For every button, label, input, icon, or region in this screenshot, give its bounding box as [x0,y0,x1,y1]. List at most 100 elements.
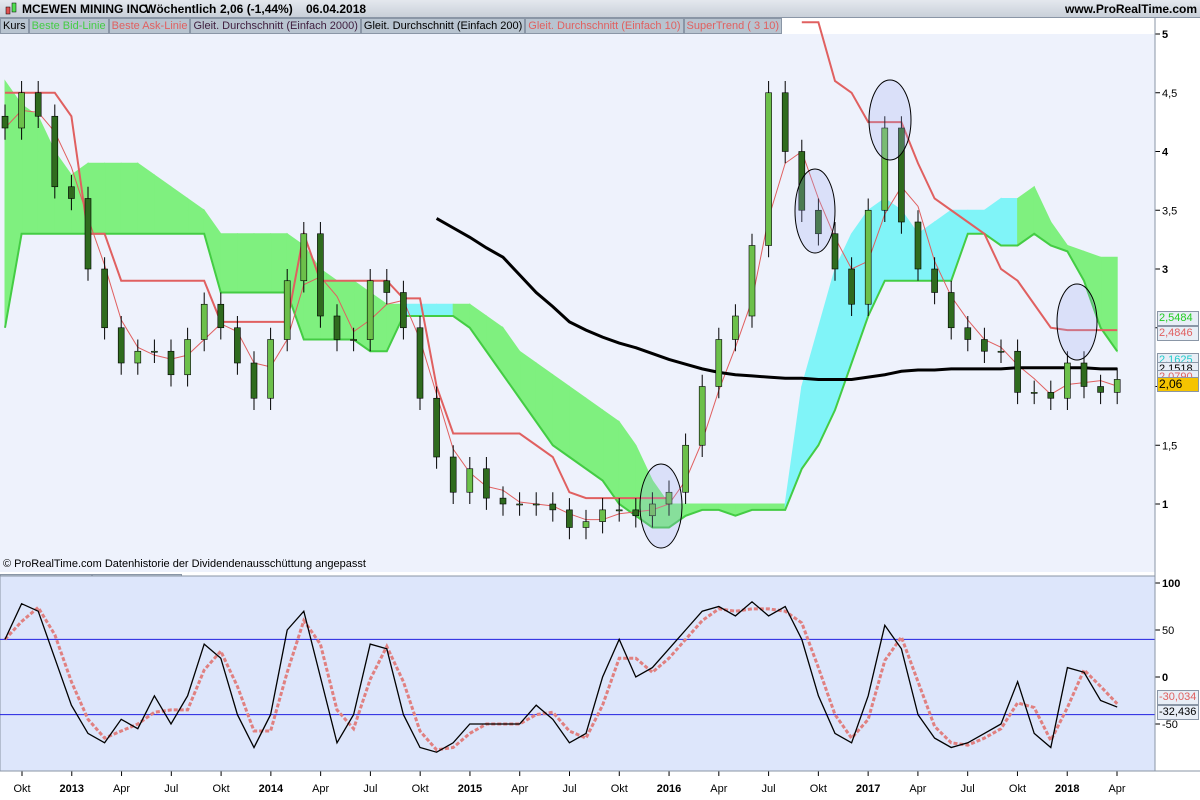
price-tick-label: 3,5 [1162,205,1177,217]
candle [51,115,59,188]
x-tick-label: 2014 [259,783,284,795]
candle [1047,392,1055,399]
price-tag: 2,06 [1157,377,1199,392]
candle [781,92,789,152]
candle [532,503,540,506]
candle [748,245,756,317]
x-tick-label: 2016 [657,783,681,795]
candle [615,509,623,512]
price-tag: 2,4846 [1157,326,1199,341]
candle [317,233,324,317]
candle [981,339,988,352]
x-tick-label: Okt [412,783,429,795]
stoch-panel[interactable] [0,575,1156,772]
candle [1014,350,1021,393]
x-tick-label: Apr [511,783,528,795]
chart-canvas[interactable]: 54,543,532,521,51100500-50Okt2013AprJulO… [0,0,1200,800]
price-panel[interactable] [0,34,1155,572]
candle [848,268,855,305]
stoch-tick-label: -50 [1162,719,1178,731]
candle [1064,362,1071,399]
candle [433,397,440,458]
candle [831,233,839,270]
candle [366,280,374,340]
price-tick-label: 3 [1162,264,1168,276]
candle [1,115,9,129]
cloud-segment [967,209,985,235]
cloud-segment [120,162,139,235]
price-tick-label: 1 [1162,499,1168,511]
x-tick-label: Jul [164,783,178,795]
candle [333,315,341,340]
x-tick-label: Apr [909,783,926,795]
price-tick-label: 5 [1162,29,1168,41]
stoch-tag: -30,034 [1157,690,1199,705]
candle [84,198,92,270]
x-tick-label: Okt [1009,783,1026,795]
candle [1113,379,1121,393]
x-tick-label: Apr [710,783,727,795]
cloud-segment [137,162,155,235]
price-tick-label: 4 [1162,147,1169,159]
candle [499,497,507,505]
candle [632,509,640,517]
candle [101,268,108,329]
candle [599,509,606,522]
candle [200,303,208,340]
candle [217,303,225,329]
candle [931,268,938,293]
cloud-segment [1000,198,1019,246]
x-tick-label: Jul [762,783,776,795]
candle [234,327,241,364]
candle [134,350,142,364]
candle [715,339,723,387]
x-tick-label: Jul [363,783,377,795]
x-tick-label: 2018 [1055,783,1079,795]
x-tick-label: 2015 [458,783,482,795]
candle [184,339,191,376]
candle [167,350,175,376]
candle [416,327,424,399]
candle [300,233,308,282]
cloud-segment [568,385,587,470]
candle [466,468,474,493]
candle [914,221,922,270]
stoch-tag: -32,436 [1157,705,1199,720]
price-tag: 2,5484 [1157,311,1199,326]
x-tick-label: Apr [113,783,130,795]
stoch-tick-label: 100 [1162,578,1180,590]
cloud-segment [552,373,570,458]
x-tick-label: Apr [1108,783,1125,795]
candle [383,280,391,293]
candle [997,350,1005,353]
candle [18,92,25,129]
candle [947,292,955,329]
candle [516,503,523,506]
x-tick-label: 2013 [60,783,84,795]
cloud-segment [253,233,272,293]
x-tick-label: Okt [213,783,230,795]
candle [864,209,872,305]
footer-note: © ProRealTime.com Datenhistorie der Divi… [3,558,366,570]
cloud-segment [436,303,454,317]
candle [250,362,258,399]
candle [1030,392,1038,394]
x-tick-label: Okt [13,783,30,795]
candle [732,315,739,340]
candle [1097,386,1104,393]
stoch-tick-label: 0 [1162,672,1168,684]
candle [449,456,457,493]
candle [1080,362,1088,387]
ellipse [868,79,912,161]
cloud-segment [585,397,604,482]
candle [151,350,158,353]
candle [582,521,590,528]
x-tick-label: Okt [810,783,827,795]
x-tick-label: 2017 [856,783,880,795]
x-tick-label: Apr [312,783,329,795]
x-tick-label: Jul [562,783,576,795]
price-tick-label: 4,5 [1162,88,1177,100]
candle [68,186,75,199]
candle [34,92,42,117]
candle [964,327,972,340]
